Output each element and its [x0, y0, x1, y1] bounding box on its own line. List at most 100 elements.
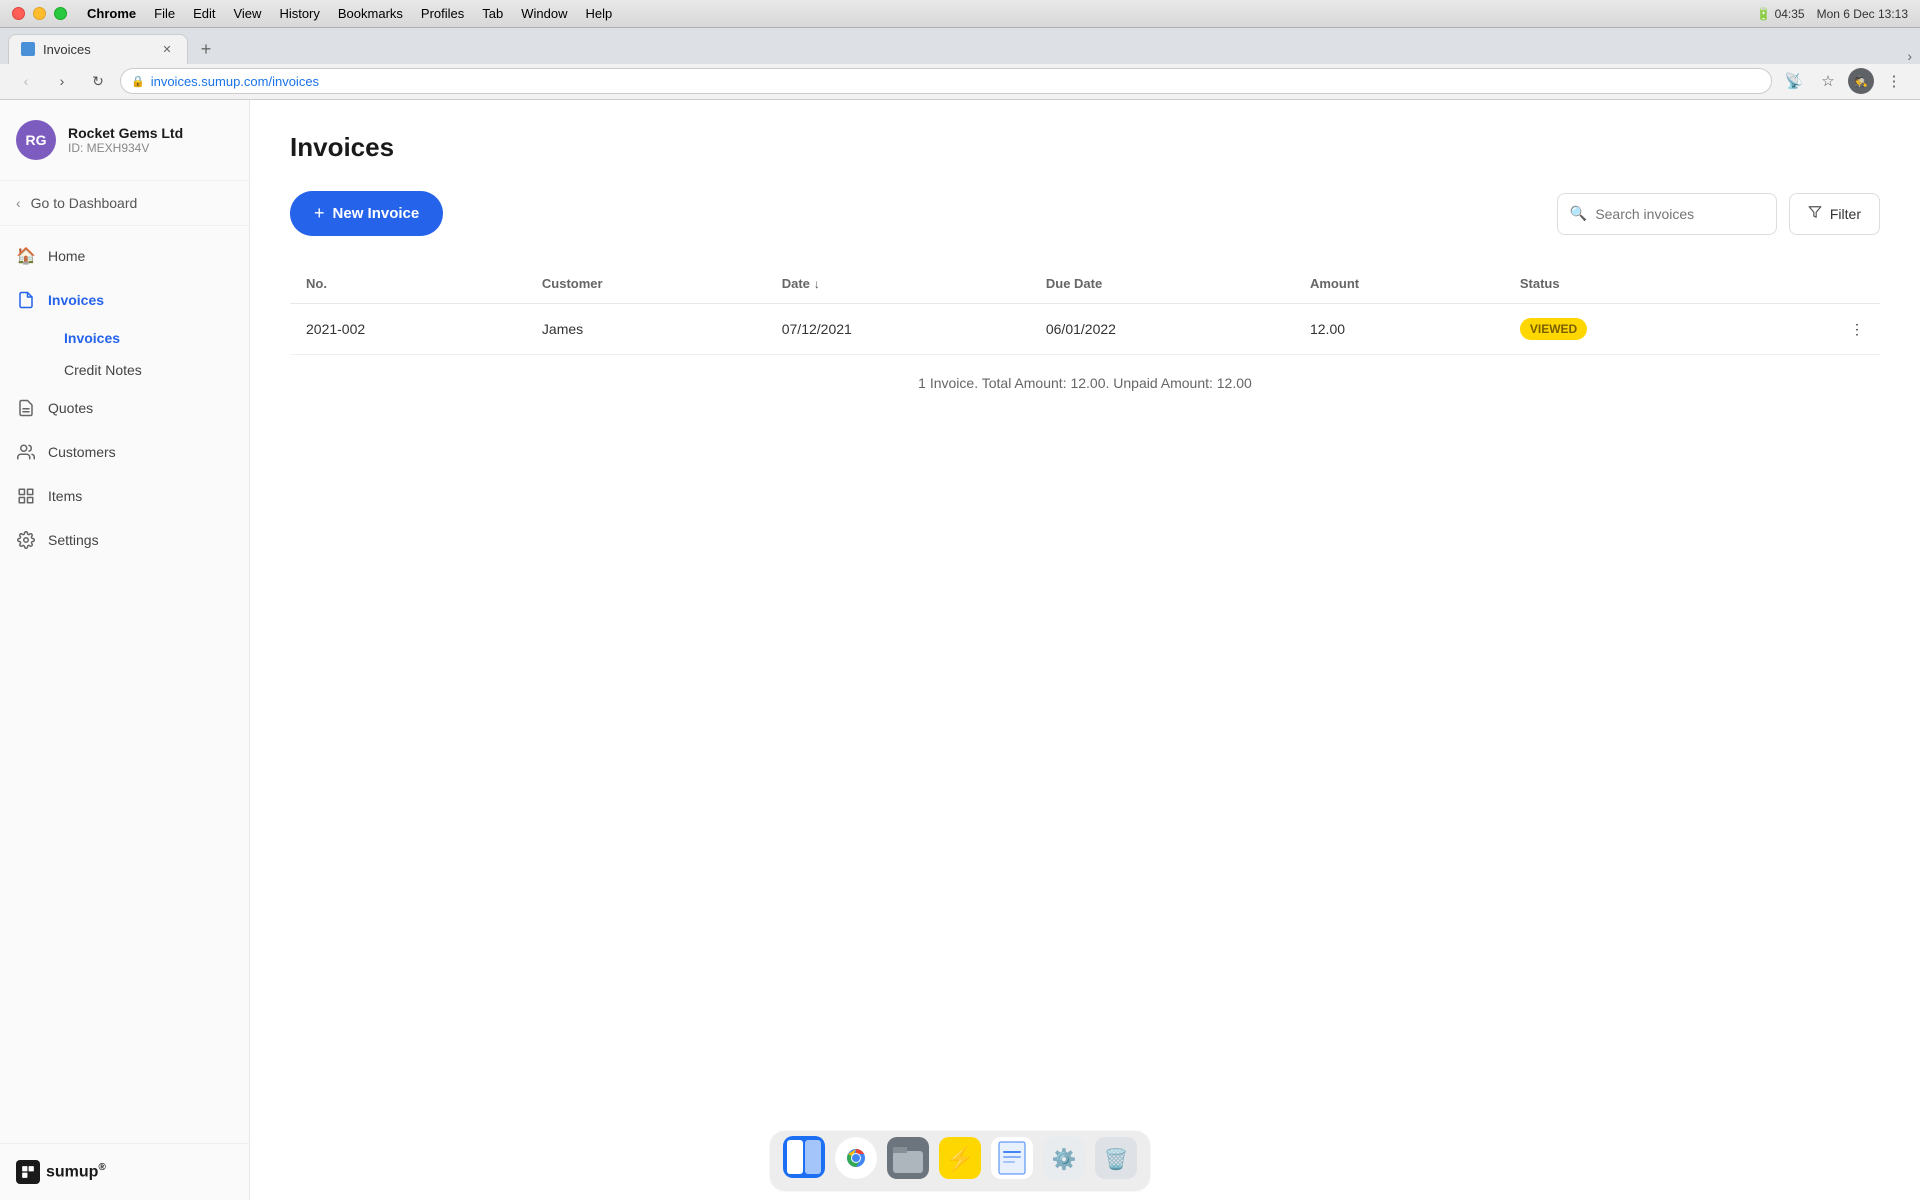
- back-btn[interactable]: ‹: [12, 67, 40, 95]
- invoices-icon: [16, 290, 36, 310]
- sidebar-sub-invoices[interactable]: Invoices: [48, 322, 249, 354]
- sidebar-item-settings[interactable]: Settings: [0, 518, 249, 562]
- filter-button[interactable]: Filter: [1789, 193, 1880, 235]
- items-icon: [16, 486, 36, 506]
- new-tab-btn[interactable]: +: [192, 36, 220, 64]
- dock-item-chrome[interactable]: [832, 1137, 880, 1185]
- sidebar-sub-credit-notes[interactable]: Credit Notes: [48, 354, 249, 386]
- battery-indicator: 🔋 04:35: [1756, 7, 1804, 21]
- avatar: RG: [16, 120, 56, 160]
- menu-view[interactable]: View: [233, 6, 261, 21]
- menu-help[interactable]: Help: [586, 6, 613, 21]
- menu-profiles[interactable]: Profiles: [421, 6, 464, 21]
- go-to-dashboard-btn[interactable]: ‹ Go to Dashboard: [0, 181, 249, 226]
- col-header-date[interactable]: Date ↓: [766, 264, 1030, 304]
- bookmark-star-icon[interactable]: ☆: [1814, 67, 1842, 95]
- incognito-icon: 🕵: [1854, 75, 1868, 88]
- new-invoice-label: New Invoice: [333, 205, 420, 222]
- dock-item-bolt[interactable]: ⚡: [936, 1137, 984, 1185]
- finder-icon: [783, 1136, 825, 1186]
- dock-item-notes[interactable]: [884, 1137, 932, 1185]
- forward-btn[interactable]: ›: [48, 67, 76, 95]
- main-content: Invoices + New Invoice 🔍 Filter: [250, 100, 1920, 1200]
- dock-item-doc[interactable]: [988, 1137, 1036, 1185]
- table-row[interactable]: 2021-002 James 07/12/2021 06/01/2022 12.…: [290, 304, 1880, 355]
- trash-icon: 🗑️: [1095, 1137, 1137, 1186]
- plus-icon: +: [314, 203, 325, 224]
- filter-label: Filter: [1830, 206, 1861, 222]
- menu-chrome[interactable]: Chrome: [87, 6, 136, 21]
- url-display: invoices.sumup.com/invoices: [151, 74, 319, 89]
- search-icon: 🔍: [1570, 205, 1587, 222]
- lock-icon: 🔒: [131, 75, 145, 88]
- sumup-logo-icon: [16, 1160, 40, 1184]
- col-header-actions: [1761, 264, 1880, 304]
- search-filter-area: 🔍 Filter: [1557, 193, 1880, 235]
- cast-icon[interactable]: 📡: [1780, 67, 1808, 95]
- settings-icon: [16, 530, 36, 550]
- menu-window[interactable]: Window: [521, 6, 567, 21]
- doc-icon: [991, 1137, 1033, 1186]
- menu-bar: Chrome File Edit View History Bookmarks …: [87, 6, 612, 21]
- tab-list-btn[interactable]: ›: [1907, 48, 1912, 64]
- active-tab[interactable]: Invoices ✕: [8, 34, 188, 64]
- sumup-text: sumup®: [46, 1162, 106, 1181]
- sidebar-item-quotes-label: Quotes: [48, 400, 93, 416]
- search-input[interactable]: [1595, 206, 1776, 222]
- notes-folder-icon: [887, 1137, 929, 1186]
- minimize-window-btn[interactable]: [33, 7, 46, 20]
- close-window-btn[interactable]: [12, 7, 25, 20]
- new-invoice-button[interactable]: + New Invoice: [290, 191, 443, 236]
- filter-icon: [1808, 205, 1822, 222]
- chevron-left-icon: ‹: [16, 195, 21, 211]
- col-header-due-date: Due Date: [1030, 264, 1294, 304]
- app-layout: RG Rocket Gems Ltd ID: MEXH934V ‹ Go to …: [0, 100, 1920, 1200]
- more-options-icon[interactable]: ⋮: [1880, 67, 1908, 95]
- sidebar-footer: sumup®: [0, 1143, 249, 1200]
- invoice-table: No. Customer Date ↓ Due Date: [290, 264, 1880, 355]
- dock-item-migrate[interactable]: ⚙️: [1040, 1137, 1088, 1185]
- profile-id: ID: MEXH934V: [68, 141, 183, 155]
- tab-title: Invoices: [43, 42, 91, 57]
- nav-right-controls: 📡 ☆ 🕵 ⋮: [1780, 67, 1908, 95]
- cell-due-date: 06/01/2022: [1030, 304, 1294, 355]
- dock-item-finder[interactable]: [780, 1137, 828, 1185]
- page-title: Invoices: [290, 132, 1880, 163]
- maximize-window-btn[interactable]: [54, 7, 67, 20]
- sidebar-item-home[interactable]: 🏠 Home: [0, 234, 249, 278]
- tab-close-btn[interactable]: ✕: [159, 41, 175, 57]
- sidebar-item-quotes[interactable]: Quotes: [0, 386, 249, 430]
- sidebar: RG Rocket Gems Ltd ID: MEXH934V ‹ Go to …: [0, 100, 250, 1200]
- reload-btn[interactable]: ↻: [84, 67, 112, 95]
- dock-item-trash[interactable]: 🗑️: [1092, 1137, 1140, 1185]
- cell-amount: 12.00: [1294, 304, 1504, 355]
- menu-file[interactable]: File: [154, 6, 175, 21]
- tab-bar: Invoices ✕ + ›: [0, 28, 1920, 64]
- menu-edit[interactable]: Edit: [193, 6, 215, 21]
- profile-info: Rocket Gems Ltd ID: MEXH934V: [68, 125, 183, 155]
- incognito-profile-btn[interactable]: 🕵: [1848, 68, 1874, 94]
- datetime: Mon 6 Dec 13:13: [1817, 7, 1908, 21]
- menu-history[interactable]: History: [279, 6, 319, 21]
- address-bar[interactable]: 🔒 invoices.sumup.com/invoices: [120, 68, 1772, 94]
- sidebar-item-invoices[interactable]: Invoices: [0, 278, 249, 322]
- svg-text:⚡: ⚡: [945, 1145, 975, 1173]
- sidebar-nav: 🏠 Home Invoices Invoices Credit Notes: [0, 226, 249, 1143]
- row-actions-btn[interactable]: ⋮: [1761, 304, 1880, 355]
- col-header-customer: Customer: [526, 264, 766, 304]
- sidebar-item-items[interactable]: Items: [0, 474, 249, 518]
- go-to-dashboard-label: Go to Dashboard: [31, 195, 138, 211]
- col-header-amount: Amount: [1294, 264, 1504, 304]
- titlebar: Chrome File Edit View History Bookmarks …: [0, 0, 1920, 28]
- search-box[interactable]: 🔍: [1557, 193, 1777, 235]
- menu-bookmarks[interactable]: Bookmarks: [338, 6, 403, 21]
- sidebar-item-invoices-label: Invoices: [48, 292, 104, 308]
- sidebar-item-customers[interactable]: Customers: [0, 430, 249, 474]
- sidebar-item-items-label: Items: [48, 488, 82, 504]
- traffic-lights: [12, 7, 67, 20]
- menu-tab[interactable]: Tab: [482, 6, 503, 21]
- cell-customer: James: [526, 304, 766, 355]
- dock: ⚡ ⚙️ 🗑️: [769, 1130, 1151, 1192]
- invoice-tbody: 2021-002 James 07/12/2021 06/01/2022 12.…: [290, 304, 1880, 355]
- quotes-icon: [16, 398, 36, 418]
